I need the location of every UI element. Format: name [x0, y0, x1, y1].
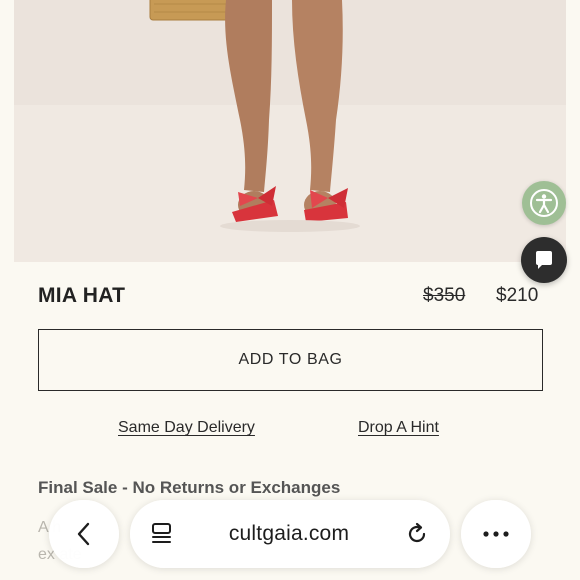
address-bar[interactable]: cultgaia.com: [130, 500, 450, 568]
more-button[interactable]: [461, 500, 531, 568]
chevron-left-icon: [73, 521, 95, 547]
accessibility-icon: [529, 188, 559, 218]
product-title: MIA HAT: [38, 284, 126, 307]
back-button[interactable]: [49, 500, 119, 568]
sale-price: $210: [496, 285, 539, 306]
accessibility-button[interactable]: [522, 181, 566, 225]
original-price: $350: [423, 285, 466, 306]
same-day-delivery-link[interactable]: Same Day Delivery: [118, 419, 255, 437]
chat-bubble-icon: [532, 248, 556, 272]
final-sale-notice: Final Sale - No Returns or Exchanges: [38, 478, 341, 497]
add-to-bag-button[interactable]: ADD TO BAG: [38, 329, 543, 391]
reload-icon[interactable]: [404, 521, 430, 547]
product-page: MIA HAT $350 $210 ADD TO BAG Same Day De…: [0, 0, 580, 580]
chat-button[interactable]: [521, 237, 567, 283]
more-dots-icon: [482, 530, 510, 538]
url-text[interactable]: cultgaia.com: [229, 522, 349, 546]
product-image[interactable]: [14, 0, 566, 262]
drop-a-hint-link[interactable]: Drop A Hint: [358, 419, 439, 437]
tabs-icon[interactable]: [150, 521, 174, 547]
product-photo-illustration: [14, 0, 566, 262]
